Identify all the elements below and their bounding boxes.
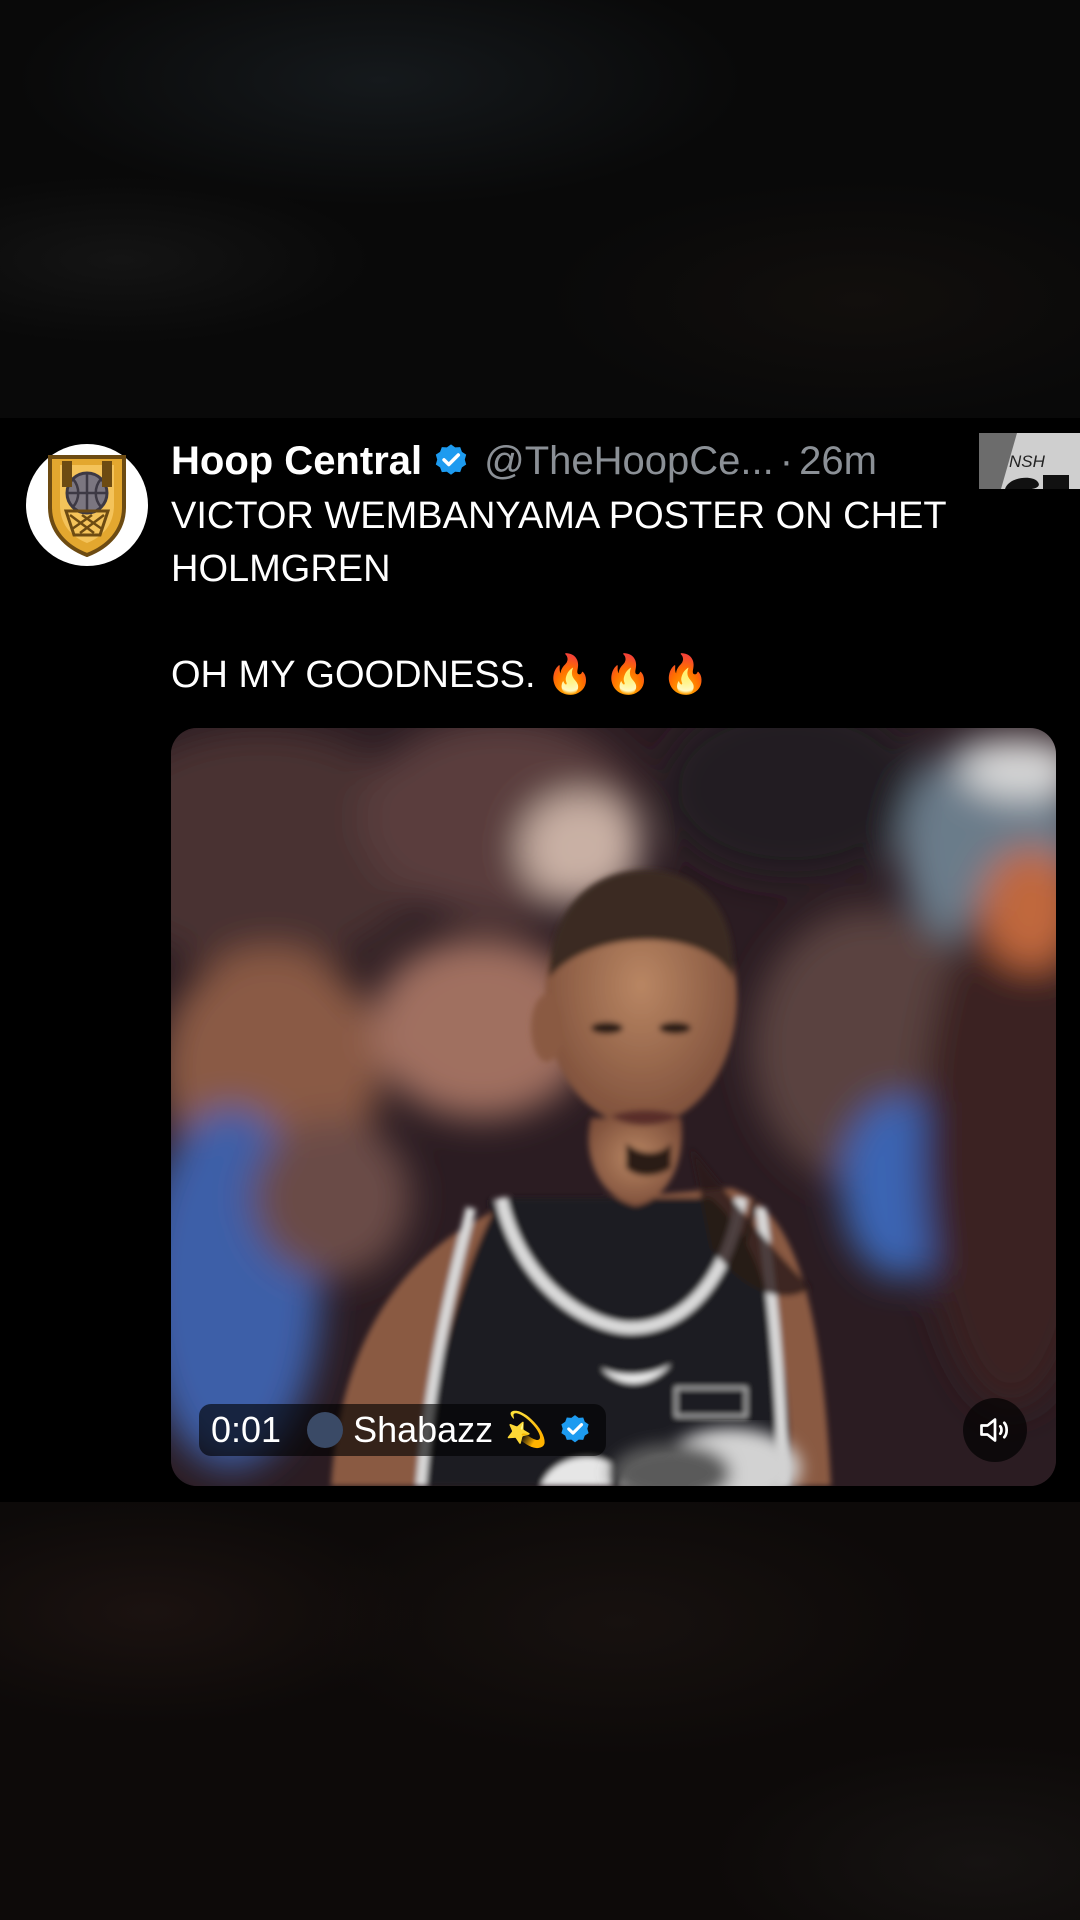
video-timestamp: 0:01 <box>211 1409 282 1450</box>
tweet-text-line: VICTOR WEMBANYAMA POSTER ON CHET <box>171 495 947 537</box>
corner-thumbnail[interactable]: NSH <box>979 433 1080 489</box>
user-handle[interactable]: @TheHoopCe... <box>484 439 774 484</box>
fire-emoji: 🔥 🔥 🔥 <box>546 654 710 696</box>
overlay-user-avatar[interactable] <box>307 1412 344 1448</box>
dizzy-emoji: 💫 <box>505 1411 548 1449</box>
blurred-background-top <box>0 0 1080 430</box>
profile-avatar[interactable] <box>26 444 148 566</box>
hoop-central-logo-icon <box>48 455 126 557</box>
blurred-background-bottom <box>0 1502 1080 1920</box>
story-screen: Hoop Central @TheHoopCe... · 26m NSH VIC… <box>0 0 1080 1920</box>
thumbnail-text: NSH <box>1009 452 1046 471</box>
separator-dot: · <box>779 438 794 483</box>
tweet-body: VICTOR WEMBANYAMA POSTER ON CHET HOLMGRE… <box>171 490 1031 702</box>
tweet-text-line: OH MY GOODNESS. <box>171 654 536 696</box>
video-player[interactable]: 0:01 Shabazz 💫 <box>171 728 1056 1486</box>
verified-badge-icon <box>558 1413 592 1447</box>
tweet-text-line-emoji: OH MY GOODNESS. 🔥 🔥 🔥 <box>171 649 1031 702</box>
tweet-text-line: HOLMGREN <box>171 548 391 590</box>
overlay-user-name[interactable]: Shabazz <box>353 1409 493 1451</box>
verified-badge-icon <box>432 442 470 480</box>
post-time: 26m <box>799 438 877 483</box>
display-name[interactable]: Hoop Central <box>171 439 422 484</box>
tweet-header: Hoop Central @TheHoopCe... · 26m <box>171 436 877 486</box>
video-overlay-info: 0:01 Shabazz 💫 <box>199 1404 606 1456</box>
mute-toggle-button[interactable] <box>963 1398 1027 1462</box>
video-frame <box>171 728 1056 1486</box>
speaker-muted-icon <box>980 1418 1009 1442</box>
